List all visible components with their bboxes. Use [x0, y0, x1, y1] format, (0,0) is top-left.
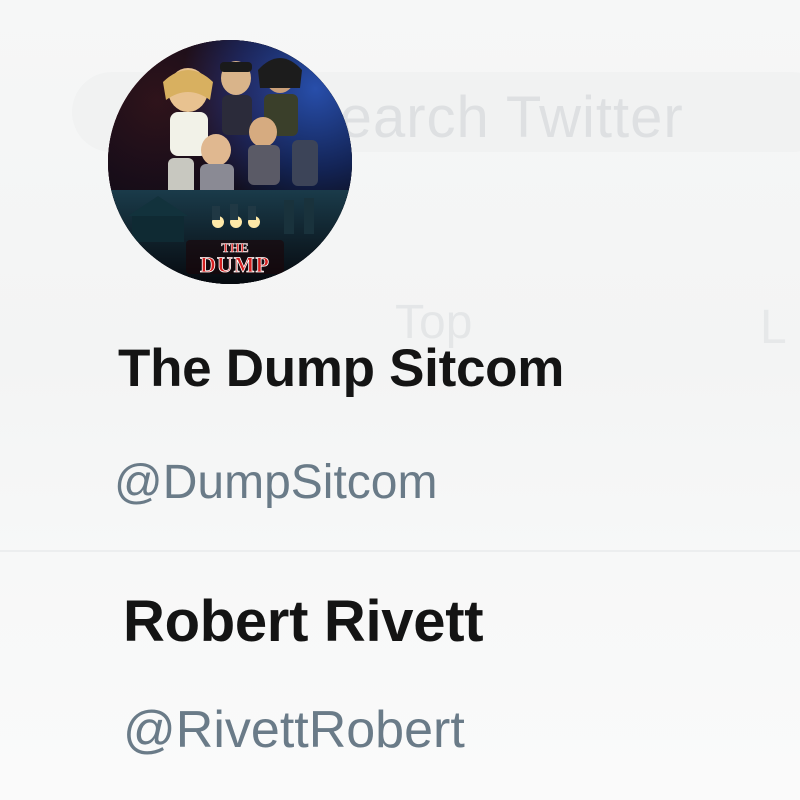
screenshot-frame: Search Twitter Top L THE DUMP The Dump S…	[0, 0, 800, 800]
search-placeholder-ghost: Search Twitter	[300, 85, 684, 150]
account-display-name[interactable]: The Dump Sitcom	[118, 338, 564, 399]
tab-latest-ghost[interactable]: L	[760, 300, 787, 355]
account-display-name[interactable]: Robert Rivett	[123, 588, 484, 655]
avatar[interactable]: THE DUMP	[108, 40, 352, 284]
account-handle[interactable]: @DumpSitcom	[114, 455, 437, 510]
account-divider	[0, 550, 800, 552]
the-dump-poster-avatar-icon: THE DUMP	[108, 40, 352, 284]
account-handle[interactable]: @RivettRobert	[123, 700, 465, 760]
svg-text:DUMP: DUMP	[200, 252, 270, 277]
